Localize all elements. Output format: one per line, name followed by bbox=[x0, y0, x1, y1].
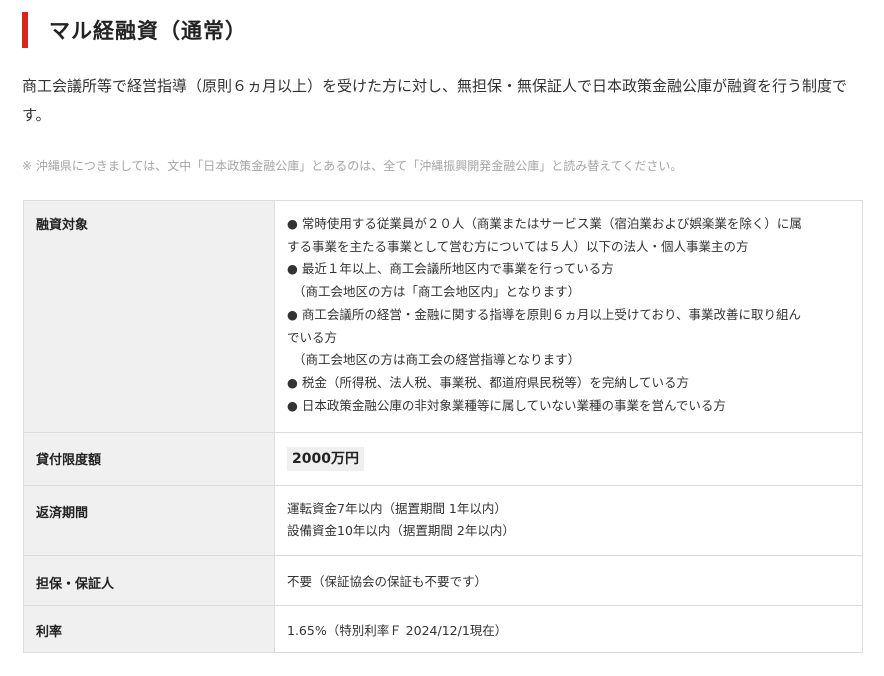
eligibility-line: ● 常時使用する従業員が２０人（商業またはサービス業（宿泊業および娯楽業を除く）… bbox=[287, 216, 802, 231]
table-row-eligibility: 融資対象 ● 常時使用する従業員が２０人（商業またはサービス業（宿泊業および娯楽… bbox=[24, 201, 862, 432]
loan-limit-amount: 2000万円 bbox=[287, 447, 364, 471]
table-row-repayment: 返済期間 運転資金7年以内（据置期間 1年以内） 設備資金10年以内（据置期間 … bbox=[24, 485, 862, 555]
eligibility-line: ● 日本政策金融公庫の非対象業種等に属していない業種の事業を営んでいる方 bbox=[287, 397, 726, 413]
page-title: マル経融資（通常） bbox=[49, 19, 247, 43]
eligibility-line: ● 最近１年以上、商工会議所地区内で事業を行っている方 bbox=[287, 261, 614, 277]
row-header-eligibility: 融資対象 bbox=[24, 201, 275, 432]
eligibility-line: でいる方 bbox=[287, 329, 338, 345]
row-header-limit: 貸付限度額 bbox=[24, 433, 275, 485]
heading-accent-bar bbox=[22, 12, 28, 48]
eligibility-line: （商工会地区の方は「商工会地区内」となります） bbox=[293, 284, 581, 300]
row-header-rate: 利率 bbox=[24, 606, 275, 652]
table-row-limit: 貸付限度額 2000万円 bbox=[24, 432, 862, 485]
repayment-line: 設備資金10年以内（据置期間 2年以内） bbox=[287, 523, 515, 538]
section-heading: マル経融資（通常） bbox=[22, 12, 247, 48]
eligibility-line: ● 税金（所得税、法人税、事業税、都道府県民税等）を完納している方 bbox=[287, 374, 690, 390]
lead-paragraph: 商工会議所等で経営指導（原則６ヵ月以上）を受けた方に対し、無担保・無保証人で日本… bbox=[22, 77, 848, 124]
eligibility-line: する事業を主たる事業として営む方については５人）以下の法人・個人事業主の方 bbox=[287, 238, 749, 254]
repayment-line: 運転資金7年以内（据置期間 1年以内） bbox=[287, 501, 507, 516]
loan-details-table: 融資対象 ● 常時使用する従業員が２０人（商業またはサービス業（宿泊業および娯楽… bbox=[23, 200, 863, 653]
table-row-guarantee: 担保・保証人 不要（保証協会の保証も不要です） bbox=[24, 555, 862, 605]
limit-cell: 2000万円 bbox=[275, 433, 862, 485]
rate-cell: 1.65%（特別利率Ｆ 2024/12/1現在） bbox=[287, 623, 508, 638]
guarantee-cell: 不要（保証協会の保証も不要です） bbox=[287, 574, 488, 589]
row-header-guarantee: 担保・保証人 bbox=[24, 556, 275, 605]
eligibility-cell: ● 常時使用する従業員が２０人（商業またはサービス業（宿泊業および娯楽業を除く）… bbox=[275, 201, 862, 432]
row-header-repayment: 返済期間 bbox=[24, 486, 275, 555]
okinawa-note: ※ 沖縄県につきましては、文中「日本政策金融公庫」とあるのは、全て「沖縄振興開発… bbox=[22, 159, 683, 173]
table-row-rate: 利率 1.65%（特別利率Ｆ 2024/12/1現在） bbox=[24, 605, 862, 652]
eligibility-line: ● 商工会議所の経営・金融に関する指導を原則６ヵ月以上受けており、事業改善に取り… bbox=[287, 306, 802, 322]
eligibility-line: （商工会地区の方は商工会の経営指導となります） bbox=[293, 352, 581, 368]
repayment-cell: 運転資金7年以内（据置期間 1年以内） 設備資金10年以内（据置期間 2年以内） bbox=[275, 486, 862, 555]
